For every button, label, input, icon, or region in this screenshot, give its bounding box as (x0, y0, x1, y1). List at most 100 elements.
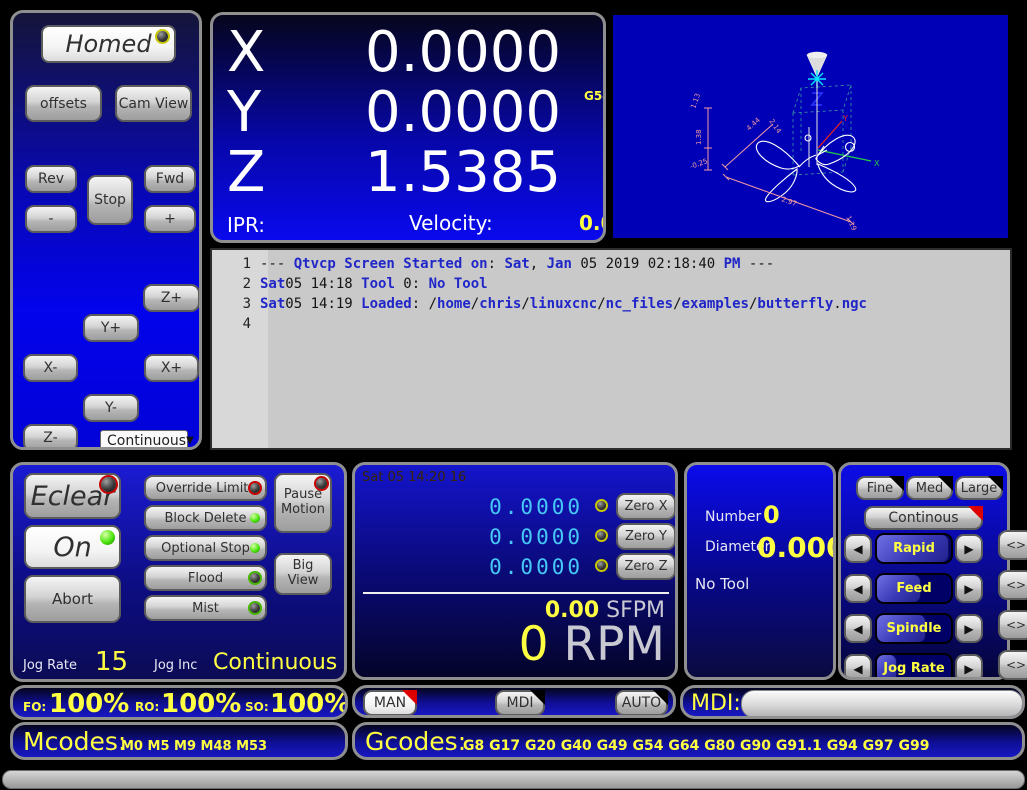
override-status-panel: FO: 100% RO: 100% SO: 100% (10, 685, 348, 720)
spindle-decrease-button[interactable]: ◀ (844, 614, 872, 643)
offsets-button[interactable]: offsets (25, 85, 102, 122)
mist-button[interactable]: Mist (144, 595, 267, 621)
jog-continous-button[interactable]: Continous (864, 506, 983, 530)
zero-z-button[interactable]: Zero Z (616, 553, 676, 580)
dro-axis-letter-z: Z (227, 143, 265, 203)
left-arrow-icon: ◀ (853, 662, 862, 676)
console-line: 3Sat05 14:19 Loaded: /home/chris/linuxcn… (212, 294, 1010, 314)
jog-large-button[interactable]: Large (955, 476, 1003, 500)
console-line: 4 (212, 314, 1010, 334)
auto-label: AUTO (622, 695, 661, 711)
jog-y-plus-label: Y+ (101, 320, 121, 336)
spindle-spinner-button[interactable]: <> (998, 610, 1027, 640)
clock-display: Sat 05 14:20 16 (362, 470, 466, 485)
rpm-readout: 0 RPM (355, 617, 665, 672)
big-view-label: Big View (283, 559, 323, 589)
mode-man-button[interactable]: MAN (363, 690, 417, 716)
fwd-label: Fwd (156, 171, 184, 187)
jograte-decrease-button[interactable]: ◀ (844, 654, 872, 680)
homed-label: Homed (65, 30, 151, 58)
svg-text:1.19: 1.19 (844, 214, 858, 232)
y-axis-line (818, 121, 842, 148)
updown-icon: <> (1006, 618, 1026, 632)
dro-axis-letter-x: X (227, 23, 265, 83)
spindle-slider[interactable]: Spindle (875, 613, 953, 644)
slider-label: Jog Rate (877, 655, 951, 680)
block-delete-button[interactable]: Block Delete (144, 505, 267, 531)
power-on-button[interactable]: On (24, 525, 121, 569)
spindle-stop-button[interactable]: Stop (87, 175, 133, 225)
rapid-spinner-button[interactable]: <> (998, 530, 1027, 560)
updown-icon: <> (1006, 538, 1026, 552)
right-arrow-icon: ▶ (964, 622, 973, 636)
optional-stop-led-icon (250, 543, 260, 553)
jog-fine-button[interactable]: Fine (856, 476, 904, 500)
rapid-slider[interactable]: Rapid (875, 533, 953, 564)
ipr-label: IPR: (227, 213, 265, 237)
big-view-button[interactable]: Big View (274, 553, 332, 595)
estop-clear-button[interactable]: Eclear (24, 473, 121, 519)
mist-label: Mist (192, 601, 219, 616)
tool-panel: Number 0 Diameter 0.000 No Tool (684, 462, 836, 680)
abort-button[interactable]: Abort (24, 575, 121, 623)
mdi-input[interactable] (741, 690, 1023, 718)
large-label: Large (961, 481, 998, 496)
tool-diameter-value: 0.000 (757, 531, 836, 564)
optional-stop-button[interactable]: Optional Stop (144, 535, 267, 561)
jograte-spinner-button[interactable]: <> (998, 650, 1027, 680)
jog-x-plus-button[interactable]: X+ (144, 354, 199, 382)
feed-increase-button[interactable]: ▶ (955, 574, 983, 603)
spindle-fwd-button[interactable]: Fwd (144, 165, 196, 193)
spindle-increase-button[interactable]: ▶ (955, 614, 983, 643)
toolpath-preview: Y X 1.13 1.38 - (613, 15, 1008, 238)
ro-value: 100% (161, 689, 241, 719)
zero-y-button[interactable]: Zero Y (616, 523, 676, 550)
feed-spinner-button[interactable]: <> (998, 570, 1027, 600)
feed-slider[interactable]: Feed (875, 573, 953, 604)
override-limits-button[interactable]: Override Limits (144, 475, 267, 501)
homed-button[interactable]: Homed (41, 25, 176, 63)
feed-decrease-button[interactable]: ◀ (844, 574, 872, 603)
mode-mdi-button[interactable]: MDI (495, 690, 545, 716)
jog-rate-label: Jog Rate (23, 658, 77, 673)
rel-dro-y: 0.0000 (455, 525, 583, 549)
jog-x-minus-button[interactable]: X- (23, 354, 78, 382)
jog-z-minus-button[interactable]: Z- (23, 424, 78, 450)
flood-button[interactable]: Flood (144, 565, 267, 591)
mode-auto-button[interactable]: AUTO (615, 690, 668, 716)
velocity-label: Velocity: (409, 211, 493, 235)
cam-view-button[interactable]: Cam View (115, 85, 192, 122)
rapid-increase-button[interactable]: ▶ (955, 534, 983, 563)
block-delete-led-icon (250, 513, 260, 523)
jog-z-plus-button[interactable]: Z+ (143, 284, 200, 312)
position-panel: Sat 05 14:20 16 0.0000 Zero X 0.0000 Zer… (352, 462, 678, 680)
x-axis-line (818, 150, 871, 161)
y-axis-label: Y (842, 114, 848, 123)
jog-med-button[interactable]: Med (906, 476, 953, 500)
left-arrow-icon: ◀ (853, 582, 862, 596)
zero-x-label: Zero X (625, 499, 668, 514)
spindle-minus-button[interactable]: - (25, 205, 77, 233)
spindle-rev-button[interactable]: Rev (25, 165, 77, 193)
jograte-slider[interactable]: Jog Rate (875, 653, 953, 680)
jog-z-plus-label: Z+ (161, 290, 182, 306)
preview-panel[interactable]: Y X 1.13 1.38 - (608, 10, 1013, 243)
plunge-lines (809, 81, 817, 167)
updown-icon: <> (1006, 578, 1026, 592)
abort-label: Abort (52, 590, 93, 608)
console-panel[interactable]: 1--- Qtvcp Screen Started on: Sat, Jan 0… (210, 248, 1012, 450)
jog-rate-value: 15 (95, 647, 128, 677)
rapid-decrease-button[interactable]: ◀ (844, 534, 872, 563)
jograte-increase-button[interactable]: ▶ (955, 654, 983, 680)
jog-y-plus-button[interactable]: Y+ (83, 314, 139, 342)
jog-mode-dropdown[interactable]: Continuous ▼ (100, 430, 188, 450)
rel-dro-z: 0.0000 (455, 555, 583, 579)
right-arrow-icon: ▶ (964, 582, 973, 596)
console-log: 1--- Qtvcp Screen Started on: Sat, Jan 0… (212, 254, 1010, 334)
tool-number-value: 0 (763, 501, 780, 529)
zero-x-button[interactable]: Zero X (616, 493, 676, 520)
spindle-plus-button[interactable]: + (144, 205, 196, 233)
pause-motion-button[interactable]: Pause Motion (274, 473, 332, 533)
svg-text:2.97: 2.97 (780, 195, 797, 208)
jog-y-minus-button[interactable]: Y- (83, 394, 139, 422)
